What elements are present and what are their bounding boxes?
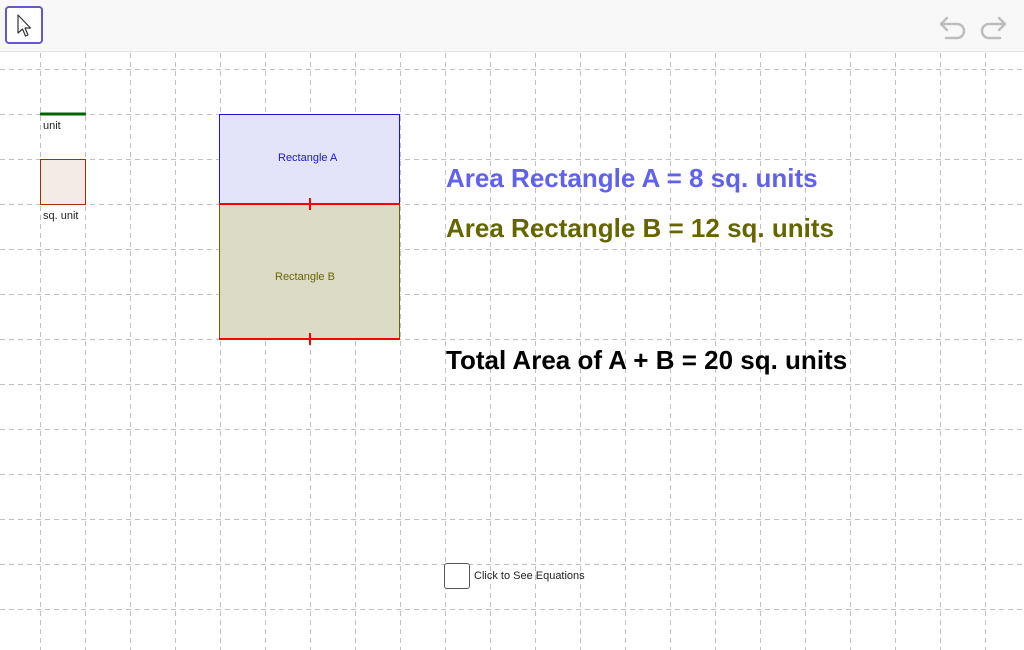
rectangle-a-label: Rectangle A bbox=[278, 152, 338, 164]
total-area-text: Total Area of A + B = 20 sq. units bbox=[446, 345, 848, 375]
square-unit[interactable] bbox=[40, 159, 86, 205]
unit-label: unit bbox=[43, 120, 61, 132]
area-rectangle-a-text: Area Rectangle A = 8 sq. units bbox=[446, 163, 818, 193]
equations-checkbox-label[interactable]: Click to See Equations bbox=[474, 570, 585, 582]
geometry-shapes bbox=[40, 112, 400, 345]
equations-checkbox[interactable] bbox=[444, 563, 470, 589]
square-unit-label: sq. unit bbox=[43, 210, 79, 222]
area-rectangle-b-text: Area Rectangle B = 12 sq. units bbox=[446, 213, 834, 243]
rectangle-b-label: Rectangle B bbox=[275, 271, 335, 283]
